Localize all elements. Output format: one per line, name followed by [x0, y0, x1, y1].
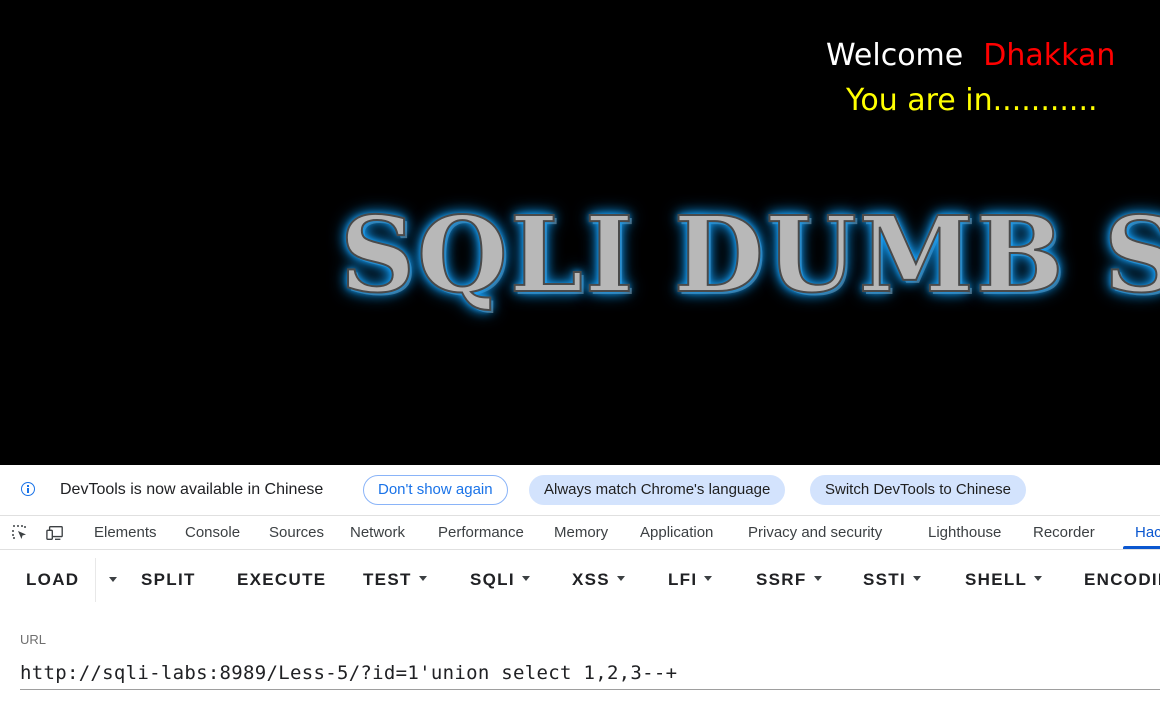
- ssti-menu-label: SSTI: [863, 570, 906, 589]
- ssti-menu-button[interactable]: SSTI: [863, 570, 921, 590]
- tab-application[interactable]: Application: [640, 524, 713, 541]
- status-message: You are in...........: [846, 83, 1098, 118]
- info-icon: [21, 482, 35, 496]
- tab-recorder[interactable]: Recorder: [1033, 524, 1095, 541]
- sqli-menu-label: SQLI: [470, 570, 515, 589]
- tab-memory[interactable]: Memory: [554, 524, 608, 541]
- tab-hackbar[interactable]: Hac: [1135, 524, 1160, 541]
- tab-network[interactable]: Network: [350, 524, 405, 541]
- xss-menu-button[interactable]: XSS: [572, 570, 625, 590]
- chevron-down-icon: [521, 576, 530, 582]
- shell-menu-label: SHELL: [965, 570, 1028, 589]
- execute-button[interactable]: EXECUTE: [237, 570, 326, 590]
- split-button[interactable]: SPLIT: [141, 570, 196, 590]
- tab-performance[interactable]: Performance: [438, 524, 524, 541]
- load-divider: [95, 558, 96, 602]
- ssrf-menu-label: SSRF: [756, 570, 807, 589]
- chevron-down-icon: [913, 576, 921, 582]
- infobar-message: DevTools is now available in Chinese: [60, 481, 324, 498]
- tab-console[interactable]: Console: [185, 524, 240, 541]
- chevron-down-icon: [418, 576, 427, 582]
- shell-menu-button[interactable]: SHELL: [965, 570, 1043, 590]
- device-toolbar-icon[interactable]: [46, 524, 64, 542]
- tab-lighthouse[interactable]: Lighthouse: [928, 524, 1001, 541]
- devtools-tabbar: Elements Console Sources Network Perform…: [0, 516, 1160, 550]
- devtools-panel: DevTools is now available in Chinese Don…: [0, 465, 1160, 703]
- load-button[interactable]: LOAD: [26, 570, 79, 590]
- tab-elements[interactable]: Elements: [94, 524, 157, 541]
- inspect-element-icon[interactable]: [11, 524, 29, 542]
- tab-privacy-security[interactable]: Privacy and security: [748, 524, 882, 541]
- lfi-menu-label: LFI: [668, 570, 698, 589]
- welcome-line: Welcome Dhakkan: [826, 38, 1115, 73]
- tab-sources[interactable]: Sources: [269, 524, 324, 541]
- url-input[interactable]: [20, 657, 1160, 690]
- chevron-down-icon: [813, 576, 822, 582]
- switch-language-button[interactable]: Switch DevTools to Chinese: [810, 475, 1026, 505]
- chevron-down-icon: [704, 576, 713, 582]
- user-name: Dhakkan: [983, 38, 1116, 73]
- language-infobar: DevTools is now available in Chinese Don…: [0, 465, 1160, 516]
- url-label: URL: [20, 632, 47, 647]
- chevron-down-icon: [1034, 576, 1043, 582]
- sqli-menu-button[interactable]: SQLI: [470, 570, 530, 590]
- load-dropdown-icon[interactable]: [109, 577, 117, 582]
- test-menu-button[interactable]: TEST: [363, 570, 427, 590]
- lfi-menu-button[interactable]: LFI: [668, 570, 713, 590]
- welcome-label: Welcome: [826, 38, 964, 73]
- match-language-button[interactable]: Always match Chrome's language: [529, 475, 786, 505]
- ssrf-menu-button[interactable]: SSRF: [756, 570, 822, 590]
- dont-show-again-button[interactable]: Don't show again: [363, 475, 508, 505]
- banner-title: SQLI DUMB SERIES-5: [339, 193, 1160, 316]
- active-tab-indicator: [1123, 546, 1160, 549]
- xss-menu-label: XSS: [572, 570, 610, 589]
- hackbar-toolbar: LOAD SPLIT EXECUTE TEST SQLI XSS LFI SSR…: [0, 550, 1160, 610]
- test-menu-label: TEST: [363, 570, 412, 589]
- page-viewport: Welcome Dhakkan You are in........... SQL…: [0, 0, 1160, 465]
- chevron-down-icon: [616, 576, 625, 582]
- encoding-menu-button[interactable]: ENCODIN: [1084, 570, 1160, 590]
